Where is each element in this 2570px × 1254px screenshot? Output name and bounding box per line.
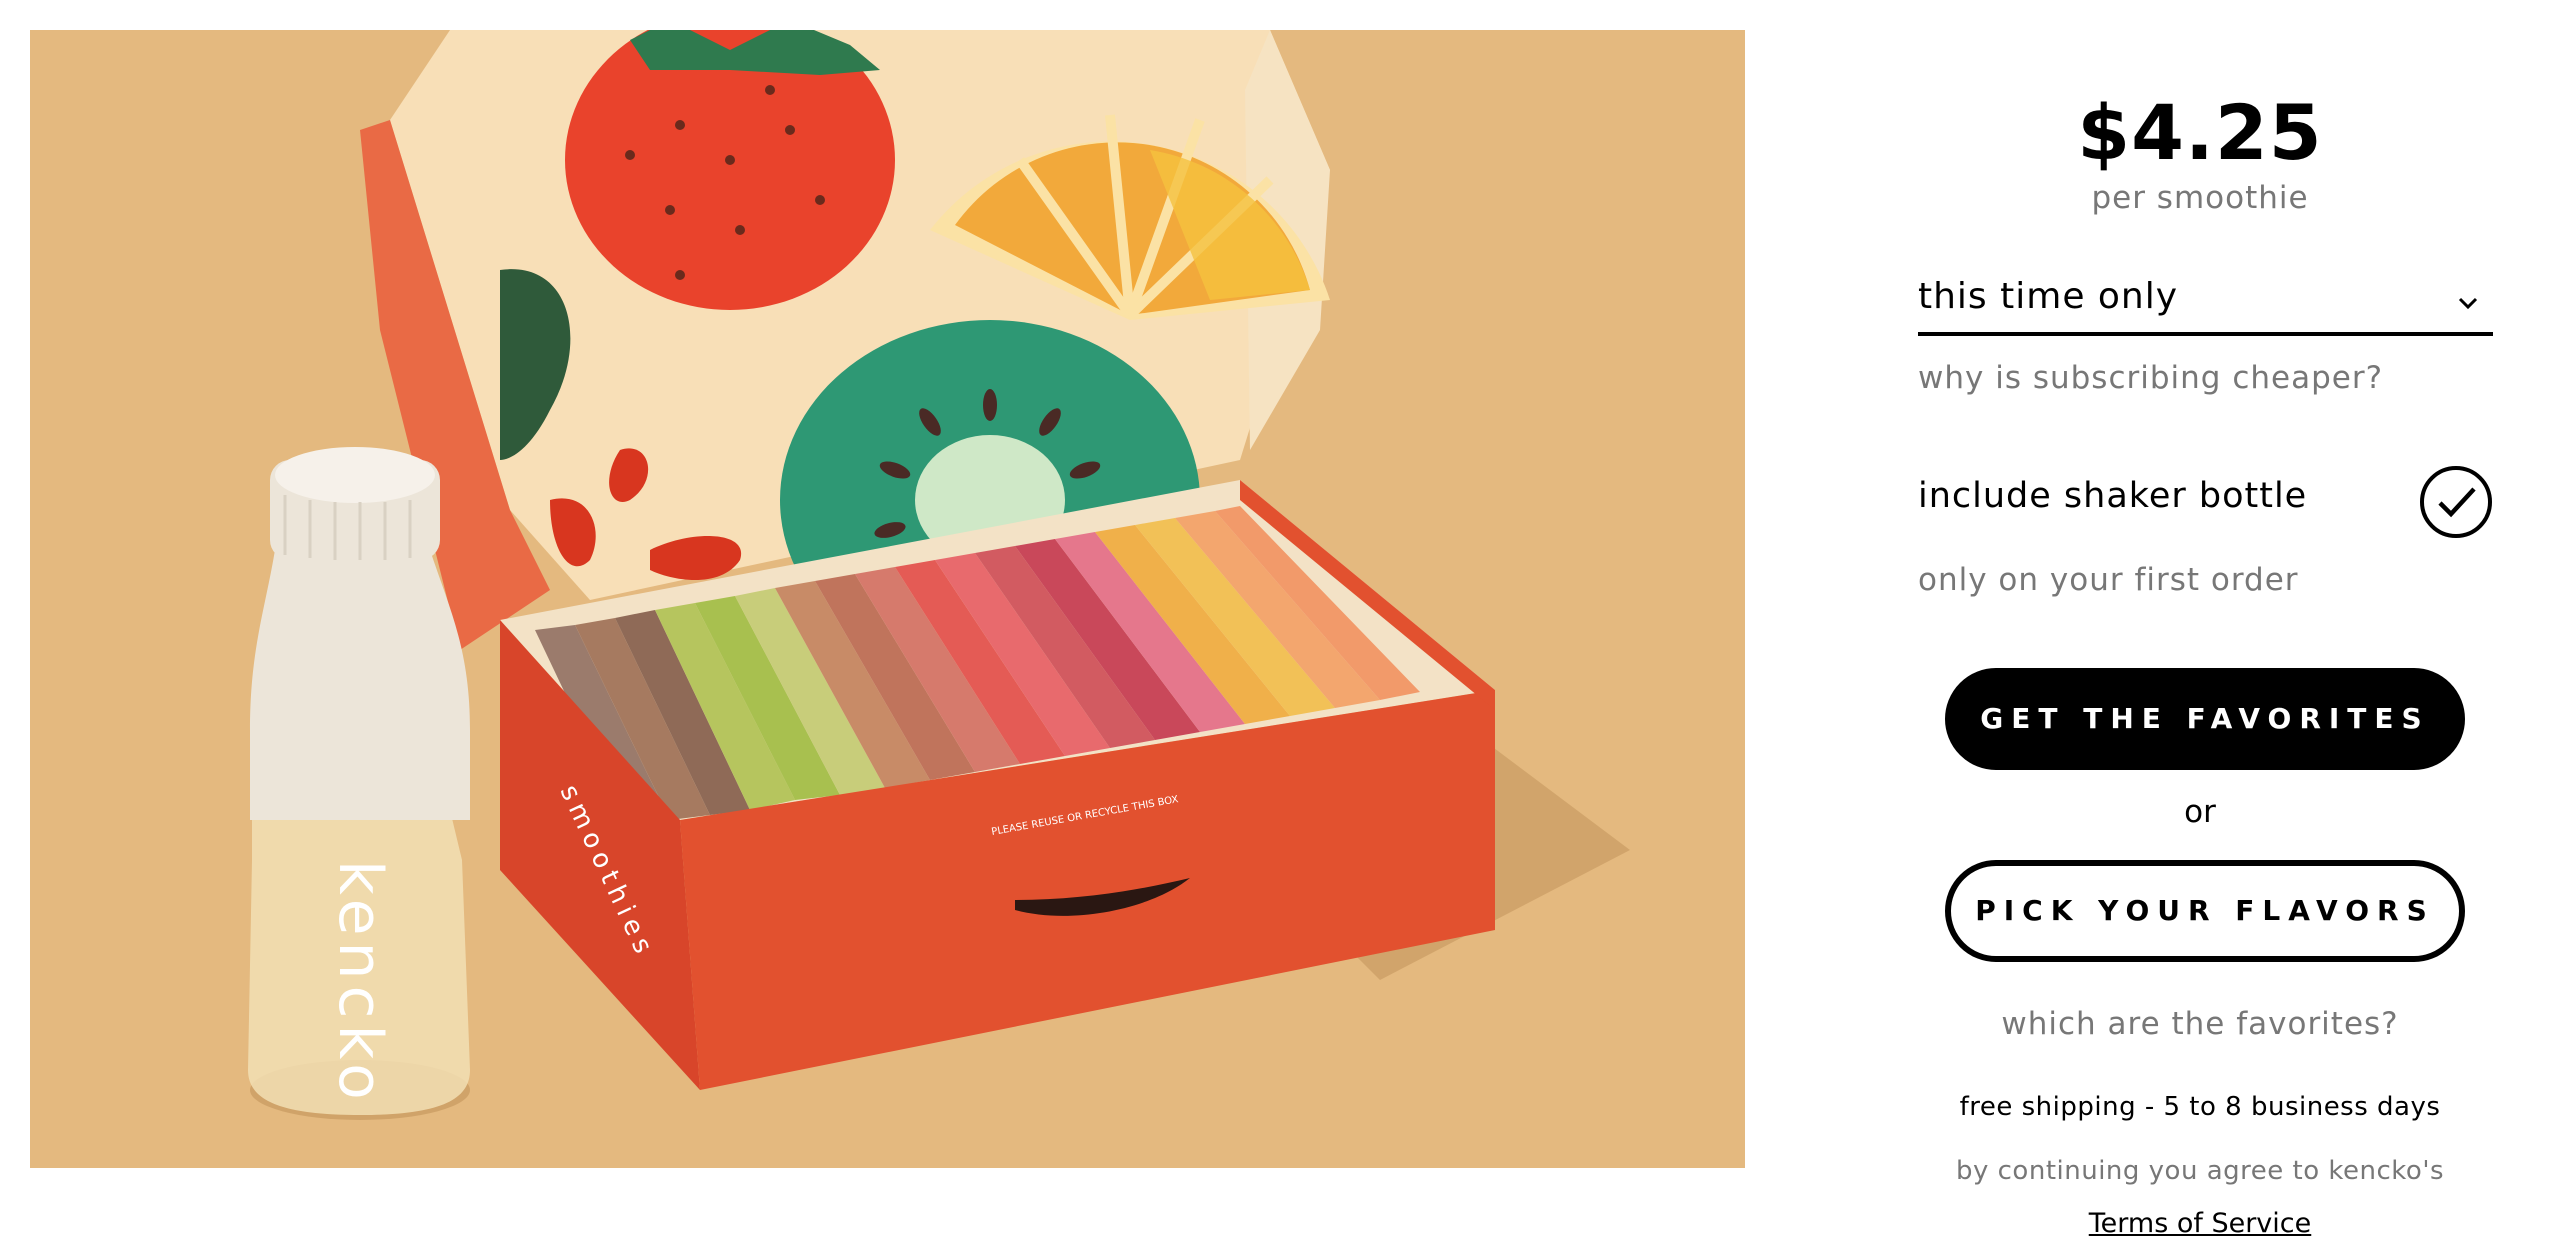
frequency-dropdown[interactable]: this time only: [1918, 270, 2493, 336]
why-subscribing-cheaper-link[interactable]: why is subscribing cheaper?: [1918, 360, 2383, 396]
shipping-info: free shipping - 5 to 8 business days: [1959, 1092, 2441, 1122]
chevron-down-icon: [2458, 297, 2478, 310]
bottle-lettering: kencko: [325, 860, 395, 1106]
product-illustration: PLEASE REUSE OR RECYCLE THIS BOX smoothi…: [30, 30, 1745, 1168]
product-image: PLEASE REUSE OR RECYCLE THIS BOX smoothi…: [30, 30, 1745, 1168]
shaker-bottle-checkbox[interactable]: [2420, 466, 2492, 538]
shaker-bottle: kencko: [248, 447, 470, 1120]
checkmark-icon: [2438, 487, 2476, 518]
price: $4.25: [2077, 88, 2323, 177]
shaker-bottle-label: include shaker bottle: [1918, 476, 2308, 516]
terms-of-service-link[interactable]: Terms of Service: [1900, 1208, 2500, 1239]
shaker-bottle-note: only on your first order: [1918, 562, 2299, 598]
agreement-text: by continuing you agree to kencko's: [1955, 1156, 2445, 1186]
price-unit: per smoothie: [2091, 180, 2309, 216]
which-are-favorites-link[interactable]: which are the favorites?: [1900, 1006, 2500, 1042]
pick-your-flavors-button[interactable]: PICK YOUR FLAVORS: [1945, 860, 2465, 962]
purchase-panel: $4.25 per smoothie this time only why is…: [1900, 0, 2500, 1254]
get-the-favorites-button[interactable]: GET THE FAVORITES: [1945, 668, 2465, 770]
frequency-selected-value: this time only: [1918, 276, 2179, 317]
or-separator: or: [2184, 794, 2216, 830]
